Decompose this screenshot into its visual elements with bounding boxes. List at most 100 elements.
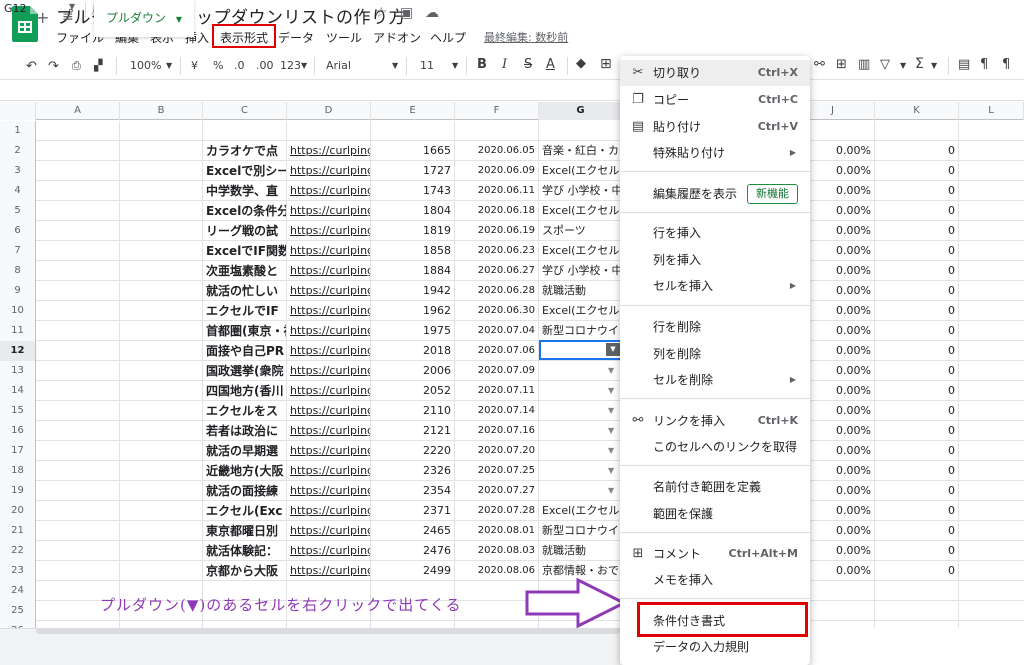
table-cell[interactable]: [120, 341, 203, 361]
row-header[interactable]: 12: [0, 341, 36, 361]
table-cell[interactable]: [203, 121, 287, 141]
bold-icon[interactable]: B: [477, 57, 487, 72]
table-cell[interactable]: [455, 121, 539, 141]
table-cell[interactable]: Excel(エクセル: [539, 501, 623, 521]
table-cell[interactable]: https://curlpingi: [287, 461, 371, 481]
table-cell[interactable]: Excel(エクセル: [539, 301, 623, 321]
table-cell[interactable]: [36, 181, 120, 201]
column-header[interactable]: C: [203, 102, 287, 120]
table-cell[interactable]: https://curlpingi: [287, 361, 371, 381]
dropdown-arrow-icon[interactable]: ▼: [608, 381, 614, 401]
table-cell[interactable]: [371, 121, 455, 141]
more-formats-button[interactable]: 123: [280, 59, 301, 72]
text-color-icon[interactable]: A: [546, 57, 555, 72]
table-cell[interactable]: [120, 141, 203, 161]
font-size-select[interactable]: 11: [420, 59, 434, 72]
redo-icon[interactable]: ↷: [48, 59, 59, 74]
decrease-decimal-button[interactable]: .0: [234, 59, 245, 72]
table-cell[interactable]: 近畿地方(大阪: [203, 461, 287, 481]
table-cell[interactable]: https://curlpingi: [287, 241, 371, 261]
table-cell[interactable]: Excelの条件分: [203, 201, 287, 221]
table-cell[interactable]: [120, 321, 203, 341]
table-cell[interactable]: [875, 581, 959, 601]
table-cell[interactable]: Excel(エクセル: [539, 201, 623, 221]
row-header[interactable]: 26: [0, 621, 36, 628]
table-cell[interactable]: 0: [875, 401, 959, 421]
table-cell[interactable]: 就活体験記：: [203, 541, 287, 561]
menu-insert-note[interactable]: メモを挿入: [620, 567, 810, 593]
row-header[interactable]: 5: [0, 201, 36, 221]
table-cell[interactable]: [36, 261, 120, 281]
table-cell[interactable]: 2020.08.03: [455, 541, 539, 561]
dropdown-arrow-icon[interactable]: ▼: [608, 481, 614, 501]
row-header[interactable]: 22: [0, 541, 36, 561]
table-cell[interactable]: 0: [875, 441, 959, 461]
table-cell[interactable]: 2020.06.18: [455, 201, 539, 221]
table-cell[interactable]: 就活の忙しい: [203, 281, 287, 301]
table-cell[interactable]: [287, 121, 371, 141]
dropdown-arrow-icon[interactable]: ▼: [608, 401, 614, 421]
table-cell[interactable]: 2020.08.01: [455, 521, 539, 541]
table-cell[interactable]: 新型コロナウイ: [539, 321, 623, 341]
table-cell[interactable]: [36, 441, 120, 461]
table-cell[interactable]: 2020.06.28: [455, 281, 539, 301]
star-icon[interactable]: ☆: [375, 5, 388, 21]
select-all-corner[interactable]: [0, 102, 36, 120]
table-cell[interactable]: [36, 321, 120, 341]
table-cell[interactable]: [875, 621, 959, 628]
table-cell[interactable]: エクセルでIF: [203, 301, 287, 321]
table-cell[interactable]: [36, 221, 120, 241]
table-cell[interactable]: 2020.07.20: [455, 441, 539, 461]
fill-color-icon[interactable]: ◆: [576, 56, 586, 71]
row-header[interactable]: 24: [0, 581, 36, 601]
table-cell[interactable]: [36, 481, 120, 501]
menu-comment[interactable]: ⊞ コメント Ctrl+Alt+M: [620, 541, 810, 567]
row-header[interactable]: 23: [0, 561, 36, 581]
table-cell[interactable]: [120, 561, 203, 581]
table-cell[interactable]: [36, 141, 120, 161]
table-cell[interactable]: 2121: [371, 421, 455, 441]
table-cell[interactable]: 0: [875, 461, 959, 481]
menu-insert-cells[interactable]: セルを挿入 ▶: [620, 273, 810, 299]
table-cell[interactable]: [875, 121, 959, 141]
table-cell[interactable]: https://curlpingi: [287, 541, 371, 561]
table-cell[interactable]: 中学数学、直: [203, 181, 287, 201]
print-icon[interactable]: ⎙: [72, 59, 81, 73]
table-cell[interactable]: カラオケで点: [203, 141, 287, 161]
sheet-tab-active[interactable]: プルダウン ▼: [94, 0, 194, 37]
zoom-select[interactable]: 100%: [130, 59, 161, 72]
increase-decimal-button[interactable]: .00: [256, 59, 274, 72]
table-cell[interactable]: 1975: [371, 321, 455, 341]
table-cell[interactable]: https://curlpingi: [287, 181, 371, 201]
table-cell[interactable]: [120, 121, 203, 141]
table-cell[interactable]: 1962: [371, 301, 455, 321]
table-cell[interactable]: 2052: [371, 381, 455, 401]
table-cell[interactable]: 首都圏(東京・神: [203, 321, 287, 341]
dropdown-arrow-icon[interactable]: ▼: [608, 361, 614, 381]
column-header[interactable]: A: [36, 102, 120, 120]
table-cell[interactable]: [36, 521, 120, 541]
row-header[interactable]: 2: [0, 141, 36, 161]
table-cell[interactable]: 2110: [371, 401, 455, 421]
menu-protect-range[interactable]: 範囲を保護: [620, 501, 810, 527]
table-cell[interactable]: [120, 441, 203, 461]
spreadsheet-grid[interactable]: A B C D E F G H I J K L 12カラオケで点https://…: [0, 102, 1024, 628]
table-cell[interactable]: 0: [875, 421, 959, 441]
dropdown-chip-icon[interactable]: ▼: [606, 343, 620, 356]
table-cell[interactable]: 就職活動: [539, 541, 623, 561]
table-cell[interactable]: 2020.06.19: [455, 221, 539, 241]
menu-insert-link[interactable]: ⚯ リンクを挿入 Ctrl+K: [620, 408, 810, 434]
table-cell[interactable]: [120, 201, 203, 221]
table-cell[interactable]: [371, 621, 455, 628]
ltr-icon[interactable]: ¶: [980, 57, 988, 72]
table-cell[interactable]: https://curlpingi: [287, 341, 371, 361]
table-cell[interactable]: 京都から大阪: [203, 561, 287, 581]
menu-define-named-range[interactable]: 名前付き範囲を定義: [620, 474, 810, 500]
row-header[interactable]: 1: [0, 121, 36, 141]
font-size-dropdown-icon[interactable]: ▼: [452, 61, 458, 70]
row-header[interactable]: 9: [0, 281, 36, 301]
row-header[interactable]: 15: [0, 401, 36, 421]
table-cell[interactable]: [36, 301, 120, 321]
menu-paste-special[interactable]: 特殊貼り付け ▶: [620, 140, 810, 166]
table-cell[interactable]: 四国地方(香川: [203, 381, 287, 401]
